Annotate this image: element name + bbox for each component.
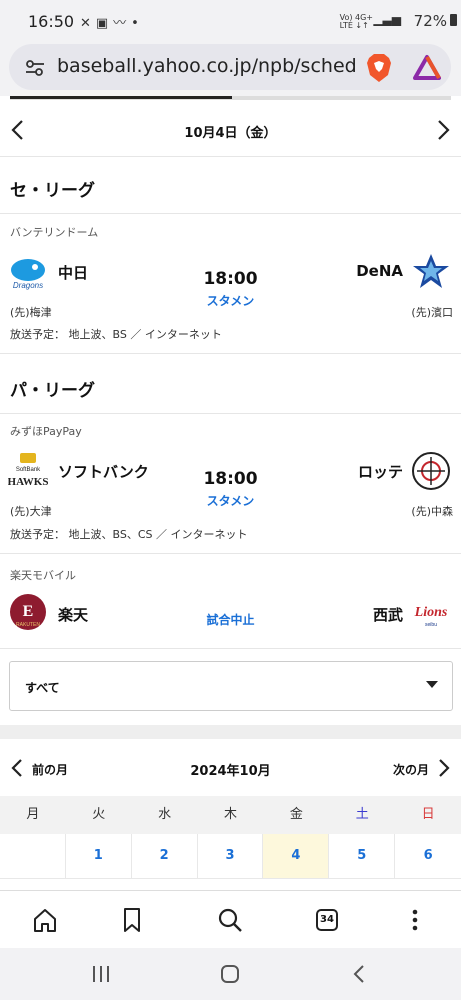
- brave-rewards-icon[interactable]: [413, 54, 441, 82]
- site-settings-icon[interactable]: [25, 58, 45, 78]
- url-bar[interactable]: baseball.yahoo.co.jp/npb/schedule: [9, 44, 451, 90]
- baystars-logo-icon[interactable]: [411, 252, 451, 292]
- pacific-league-header: パ・リーグ: [0, 357, 461, 414]
- more-menu-icon[interactable]: [400, 905, 430, 935]
- home-pitcher: (先)大津: [10, 505, 52, 518]
- marines-logo-icon[interactable]: [411, 451, 451, 491]
- section-gap: [0, 725, 461, 739]
- weekday-thu: 木: [224, 807, 238, 822]
- calendar-day[interactable]: 6: [395, 834, 461, 878]
- lions-logo-icon[interactable]: Lions seibu: [411, 592, 451, 632]
- tab-count-button[interactable]: 34: [316, 909, 338, 931]
- tab-count: 34: [320, 914, 334, 925]
- brave-shield-icon[interactable]: [365, 53, 393, 83]
- broadcast-info: 放送予定： 地上波、BS ／ インターネット: [10, 328, 222, 341]
- calendar-day[interactable]: 3: [198, 834, 264, 878]
- league-filter-select[interactable]: すべて: [9, 661, 453, 711]
- home-button-icon[interactable]: [220, 964, 240, 984]
- venue-label: 楽天モバイル: [10, 569, 76, 582]
- broadcast-info: 放送予定： 地上波、BS、CS ／ インターネット: [10, 528, 248, 541]
- date-title: 10月4日（金）: [184, 126, 277, 141]
- browser-toolbar: baseball.yahoo.co.jp/npb/schedule: [0, 40, 461, 96]
- calendar-week: 1 2 3 4 5 6: [0, 834, 461, 878]
- divider: [0, 648, 461, 649]
- central-league-header: セ・リーグ: [0, 157, 461, 214]
- calendar-weekday-header: 月 火 水 木 金 土 日: [0, 796, 461, 834]
- away-pitcher: (先)中森: [411, 505, 453, 518]
- search-icon[interactable]: [215, 905, 245, 935]
- date-navigation: 10月4日（金）: [0, 104, 461, 157]
- divider: [0, 553, 461, 554]
- lineup-link[interactable]: スタメン: [0, 292, 461, 309]
- url-text[interactable]: baseball.yahoo.co.jp/npb/schedule: [57, 55, 357, 77]
- calendar-day[interactable]: 1: [66, 834, 132, 878]
- weekday-wed: 水: [158, 807, 172, 822]
- tab-underline-active: [10, 96, 232, 99]
- divider: [0, 353, 461, 354]
- next-month-link[interactable]: 次の月: [393, 761, 429, 778]
- svg-text:Lions: Lions: [414, 605, 448, 620]
- browser-bottom-nav: 34: [0, 890, 461, 949]
- notification-icons: ✕▣〰•: [80, 16, 144, 31]
- weekday-sat: 土: [355, 807, 369, 822]
- calendar-day[interactable]: 5: [329, 834, 396, 878]
- battery-text: 72%: [413, 12, 447, 30]
- home-icon[interactable]: [30, 905, 60, 935]
- calendar-day-selected[interactable]: 4: [263, 834, 330, 878]
- calendar-day[interactable]: 2: [132, 834, 198, 878]
- league-title: パ・リーグ: [10, 381, 95, 401]
- team-away[interactable]: DeNA: [356, 262, 403, 280]
- weekday-mon: 月: [26, 807, 40, 822]
- venue-label: みずほPayPay: [10, 425, 82, 438]
- select-value: すべて: [25, 681, 60, 695]
- team-away[interactable]: ロッテ: [358, 461, 403, 482]
- calendar-day-empty: [0, 834, 66, 878]
- lineup-link[interactable]: スタメン: [0, 492, 461, 509]
- team-away[interactable]: 西武: [373, 604, 403, 625]
- recent-apps-icon[interactable]: [90, 964, 112, 984]
- back-button-icon[interactable]: [352, 964, 366, 984]
- system-navigation-bar: [0, 948, 461, 1000]
- next-day-icon[interactable]: [437, 119, 451, 141]
- weekday-tue: 火: [92, 807, 106, 822]
- status-bar: 16:50 ✕▣〰• Vo) 4G+ LTE ↓↑ ▁▃▅ 72%: [0, 0, 461, 40]
- caret-down-icon: [426, 681, 438, 688]
- away-pitcher: (先)濱口: [411, 306, 453, 319]
- battery-icon: [450, 14, 457, 26]
- weekday-sun: 日: [421, 807, 435, 822]
- status-time: 16:50: [28, 12, 75, 31]
- league-title: セ・リーグ: [10, 181, 95, 201]
- signal-icon: ▁▃▅: [373, 12, 401, 26]
- weekday-fri: 金: [289, 807, 303, 822]
- next-month-icon[interactable]: [438, 758, 450, 778]
- svg-text:seibu: seibu: [425, 622, 437, 628]
- bookmark-icon[interactable]: [117, 905, 147, 935]
- month-title: 2024年10月: [190, 764, 271, 779]
- home-pitcher: (先)梅津: [10, 306, 52, 319]
- network-indicator: Vo) 4G+ LTE ↓↑: [339, 13, 373, 30]
- venue-label: バンテリンドーム: [10, 226, 99, 239]
